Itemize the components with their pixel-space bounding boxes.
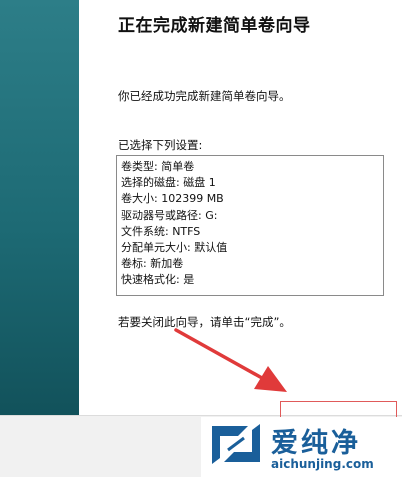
setting-volume-size: 卷大小: 102399 MB <box>121 192 224 206</box>
settings-summary-box[interactable]: 卷类型: 简单卷 选择的磁盘: 磁盘 1 卷大小: 102399 MB 驱动器号… <box>116 155 384 296</box>
settings-label: 已选择下列设置: <box>118 138 203 152</box>
intro-text: 你已经成功完成新建简单卷向导。 <box>118 89 291 103</box>
wizard-sidebar <box>0 0 79 415</box>
watermark-logo-icon <box>212 424 260 464</box>
watermark: 爱纯净 aichunjing.com <box>201 417 402 477</box>
watermark-name: 爱纯净 <box>271 428 361 459</box>
finish-hint: 若要关闭此向导，请单击“完成”。 <box>118 315 291 329</box>
setting-allocation-unit: 分配单元大小: 默认值 <box>121 241 228 255</box>
setting-volume-type: 卷类型: 简单卷 <box>121 160 195 173</box>
setting-drive-letter: 驱动器号或路径: G: <box>121 208 218 222</box>
setting-quick-format: 快速格式化: 是 <box>121 273 195 287</box>
page-title: 正在完成新建简单卷向导 <box>118 16 311 36</box>
settings-list: 卷类型: 简单卷 选择的磁盘: 磁盘 1 卷大小: 102399 MB 驱动器号… <box>117 156 383 289</box>
watermark-domain: aichunjing.com <box>271 457 374 471</box>
setting-volume-label: 卷标: 新加卷 <box>121 257 184 271</box>
setting-disk: 选择的磁盘: 磁盘 1 <box>121 176 216 190</box>
setting-file-system: 文件系统: NTFS <box>121 224 201 238</box>
